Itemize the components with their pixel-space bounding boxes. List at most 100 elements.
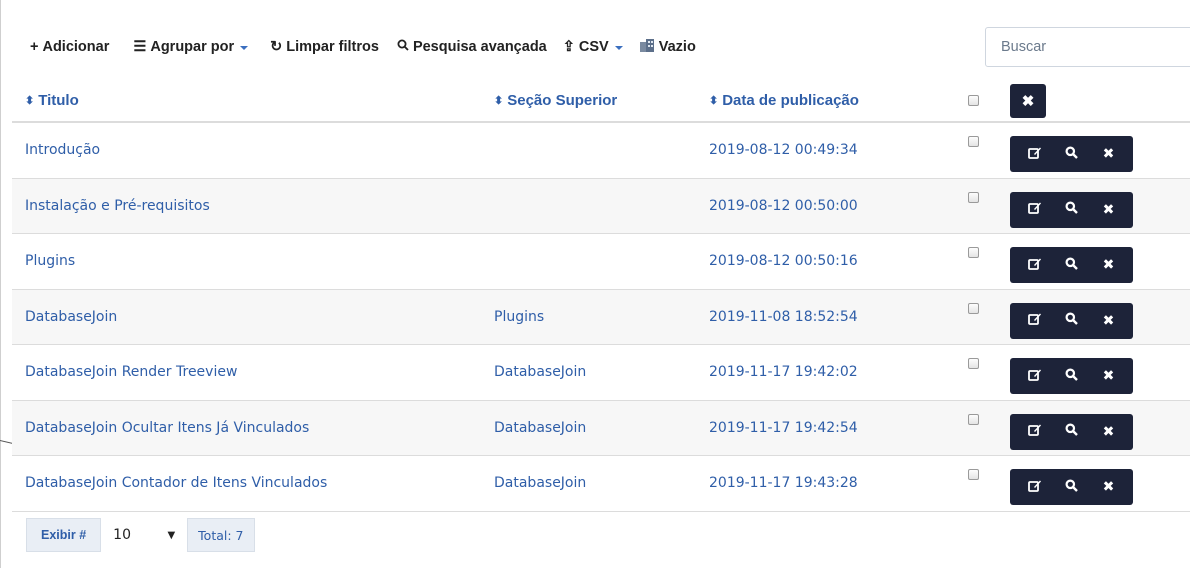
date-header-label: Data de publicação [722, 92, 859, 109]
row-checkbox-cell [968, 234, 979, 289]
select-all-checkbox[interactable] [968, 95, 979, 106]
table-header-row: ⬍ Titulo ⬍ Seção Superior ⬍ Data de publ… [12, 80, 1190, 123]
row-checkbox[interactable] [968, 191, 979, 203]
row-checkbox[interactable] [968, 136, 979, 147]
search-icon [1065, 257, 1078, 274]
view-button[interactable] [1053, 469, 1090, 505]
row-date: 2019-11-08 18:52:54 [709, 308, 858, 325]
delete-button[interactable]: ✖ [1090, 414, 1127, 450]
row-parent-link[interactable]: DatabaseJoin [494, 456, 586, 511]
sort-icon: ⬍ [709, 95, 719, 107]
row-parent-link[interactable]: DatabaseJoin [494, 401, 586, 456]
row-action-group: ✖ [1010, 413, 1133, 450]
row-title-link[interactable]: DatabaseJoin Contador de Itens Vinculado… [25, 456, 327, 511]
delete-button[interactable]: ✖ [1090, 358, 1127, 394]
view-button[interactable] [1053, 192, 1090, 228]
close-icon: ✖ [1102, 201, 1115, 218]
left-border [0, 0, 1, 568]
row-actions: ✖ [1010, 401, 1133, 456]
csv-label: CSV [578, 39, 609, 55]
view-button[interactable] [1053, 358, 1090, 394]
edit-icon [1027, 201, 1042, 218]
add-button[interactable]: + Adicionar [22, 30, 117, 64]
table-row: Instalação e Pré-requisitos 2019-08-12 0… [12, 178, 1190, 234]
sort-title-header[interactable]: ⬍ Titulo [25, 80, 79, 121]
close-icon: ✖ [1102, 479, 1115, 496]
list-toolbar: + Adicionar ☰ Agrupar por ↻ Limpar filtr… [22, 30, 704, 64]
edit-icon [1027, 479, 1042, 496]
delete-button[interactable]: ✖ [1090, 303, 1127, 339]
delete-button[interactable]: ✖ [1090, 247, 1127, 283]
sort-parent-header[interactable]: ⬍ Seção Superior [494, 80, 617, 121]
row-title-link[interactable]: DatabaseJoin Ocultar Itens Já Vinculados [25, 401, 309, 456]
row-actions: ✖ [1010, 345, 1133, 400]
view-button[interactable] [1053, 303, 1090, 339]
page-size-select[interactable]: 10 ▼ [101, 518, 188, 552]
delete-button[interactable]: ✖ [1090, 192, 1127, 228]
row-checkbox[interactable] [968, 469, 979, 480]
advanced-search-button[interactable]: Pesquisa avançada [389, 30, 555, 64]
row-date: 2019-11-17 19:43:28 [709, 475, 858, 492]
delete-button[interactable]: ✖ [1090, 136, 1127, 172]
close-icon: ✖ [1102, 368, 1115, 385]
empty-label: Vazio [658, 39, 696, 55]
row-checkbox[interactable] [968, 413, 979, 425]
row-title-link[interactable]: Plugins [25, 234, 75, 289]
row-checkbox[interactable] [968, 247, 979, 258]
search-icon [1065, 479, 1078, 496]
title-header-label: Titulo [38, 92, 79, 109]
row-actions: ✖ [1010, 456, 1133, 511]
view-button[interactable] [1053, 414, 1090, 450]
table-row: DatabaseJoin Plugins 2019-11-08 18:52:54 [12, 289, 1190, 345]
empty-button[interactable]: Vazio [631, 30, 704, 64]
row-parent-link[interactable]: Plugins [494, 290, 544, 345]
search-icon [1065, 201, 1078, 218]
row-date: 2019-08-12 00:50:00 [709, 197, 858, 214]
close-icon: ✖ [1102, 146, 1115, 163]
edit-button[interactable] [1016, 136, 1053, 172]
close-icon: ✖ [1102, 312, 1115, 329]
edit-button[interactable] [1016, 414, 1053, 450]
view-button[interactable] [1053, 136, 1090, 172]
advanced-search-label: Pesquisa avançada [412, 39, 547, 55]
delete-button[interactable]: ✖ [1090, 469, 1127, 505]
csv-button[interactable]: ⇪ CSV [555, 30, 631, 64]
sort-date-header[interactable]: ⬍ Data de publicação [709, 80, 859, 121]
bulk-actions-cell: ✖ [1010, 80, 1046, 121]
edit-button[interactable] [1016, 192, 1053, 228]
select-all-checkbox-cell [968, 80, 979, 121]
edit-icon [1027, 257, 1042, 274]
table-row: Introdução 2019-08-12 00:49:34 ✖ [12, 123, 1190, 179]
row-title-link[interactable]: Introdução [25, 123, 100, 178]
row-action-group: ✖ [1010, 247, 1133, 284]
parent-header-label: Seção Superior [507, 92, 618, 109]
row-title-link[interactable]: Instalação e Pré-requisitos [25, 179, 210, 234]
table-row: Plugins 2019-08-12 00:50:16 ✖ [12, 234, 1190, 290]
search-input[interactable] [985, 27, 1190, 67]
refresh-icon: ↻ [270, 39, 283, 55]
row-checkbox-cell [968, 345, 979, 400]
edit-button[interactable] [1016, 358, 1053, 394]
row-actions: ✖ [1010, 290, 1133, 345]
row-action-group: ✖ [1010, 191, 1133, 228]
clear-filters-button[interactable]: ↻ Limpar filtros [262, 30, 387, 64]
chevron-down-icon [614, 46, 623, 50]
sort-icon: ⬍ [25, 95, 35, 107]
row-actions: ✖ [1010, 234, 1133, 289]
group-by-button[interactable]: ☰ Agrupar por [125, 30, 256, 64]
row-parent-link[interactable]: DatabaseJoin [494, 345, 586, 400]
edit-button[interactable] [1016, 469, 1053, 505]
row-title-link[interactable]: DatabaseJoin [25, 290, 117, 345]
pagination-footer: Exibir # 10 ▼ Total: 7 [26, 518, 255, 552]
edit-button[interactable] [1016, 303, 1053, 339]
row-actions: ✖ [1010, 123, 1133, 178]
row-checkbox[interactable] [968, 358, 979, 369]
row-date: 2019-08-12 00:49:34 [709, 142, 858, 159]
row-checkbox[interactable] [968, 302, 979, 314]
delete-selected-button[interactable]: ✖ [1010, 83, 1046, 118]
edit-button[interactable] [1016, 247, 1053, 283]
view-button[interactable] [1053, 247, 1090, 283]
upload-icon: ⇪ [562, 39, 575, 55]
row-title-link[interactable]: DatabaseJoin Render Treeview [25, 345, 237, 400]
edit-icon [1027, 146, 1042, 163]
